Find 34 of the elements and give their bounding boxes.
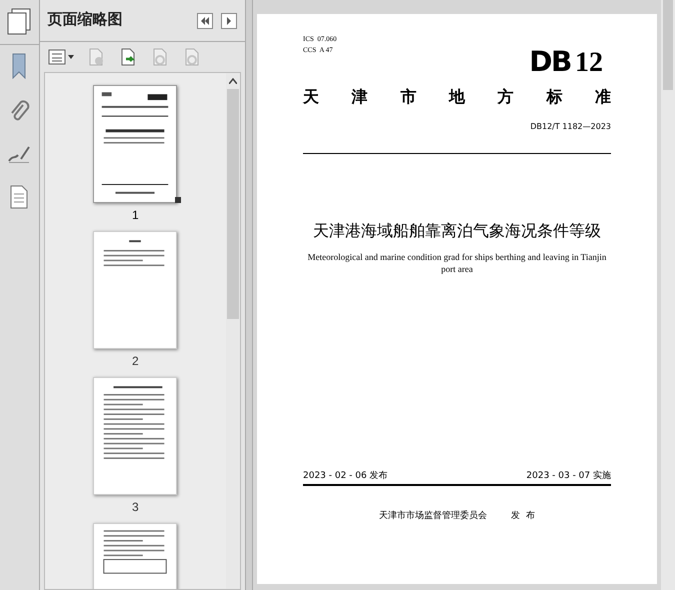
document-scrollbar[interactable] [661, 0, 675, 590]
document-title: 天津港海域船舶靠离泊气象海况条件等级 [312, 220, 602, 242]
pages-icon[interactable] [6, 8, 32, 36]
issuer-action: 发 布 [511, 510, 535, 522]
heading-char: 津 [352, 86, 368, 108]
page-thumbnail[interactable] [93, 231, 178, 349]
issue-date: 2023 - 02 - 06 发布 [303, 470, 388, 483]
panel-title: 页面缩略图 [48, 10, 124, 30]
scroll-up-icon[interactable] [229, 78, 238, 84]
options-icon[interactable] [48, 49, 74, 65]
heading-char: 方 [498, 86, 514, 108]
effective-date: 2023 - 03 - 07 实施 [526, 470, 611, 483]
selection-marker [175, 197, 182, 203]
document-subtitle: Meteorological and marine condition grad for ships berthing and leaving in Tianjin port area [306, 251, 608, 275]
bookmark-icon[interactable] [10, 53, 28, 79]
heading-char: 市 [400, 86, 416, 108]
page-number: 1 [132, 207, 139, 223]
standard-number: DB12/T 1182—2023 [530, 121, 611, 133]
page-thumbnail[interactable] [93, 377, 178, 495]
db-logo: DB 12 [529, 48, 603, 77]
heading-char: 准 [594, 86, 611, 108]
document-icon[interactable] [9, 185, 30, 209]
page-number: 2 [132, 353, 139, 369]
scrollbar[interactable] [226, 73, 240, 589]
collapse-button[interactable] [197, 12, 214, 28]
chevron-right-icon [226, 16, 232, 24]
double-chevron-left-icon [200, 16, 210, 24]
heading-char: 标 [546, 86, 562, 108]
issuer: 天津市市场监督管理委员会 [379, 510, 488, 522]
page-number: 3 [132, 499, 139, 515]
expand-button[interactable] [221, 12, 238, 28]
heading-char: 地 [448, 86, 465, 108]
heading-char: 天 [303, 86, 319, 108]
page-thumbnail[interactable] [93, 85, 178, 203]
